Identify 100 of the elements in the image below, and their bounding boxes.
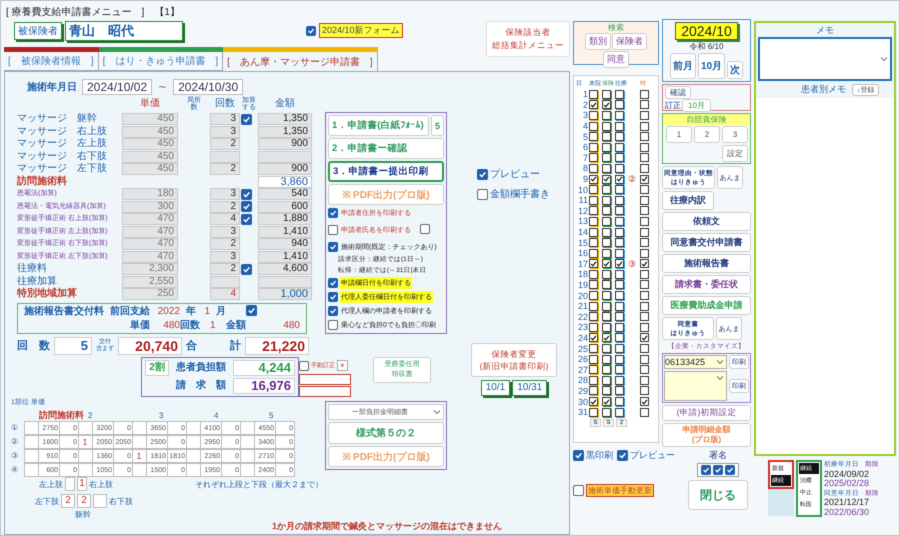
day-checkbox[interactable] bbox=[602, 206, 611, 216]
day-checkbox[interactable] bbox=[640, 164, 649, 173]
day-checkbox[interactable] bbox=[615, 322, 624, 332]
count-field[interactable]: 4 bbox=[210, 213, 240, 226]
day-checkbox[interactable] bbox=[602, 90, 611, 99]
day-checkbox[interactable] bbox=[589, 174, 598, 184]
unit-price-field[interactable]: 450 bbox=[122, 138, 178, 150]
day-checkbox[interactable] bbox=[602, 280, 611, 290]
day-checkbox[interactable] bbox=[640, 322, 649, 332]
day-checkbox[interactable] bbox=[589, 312, 598, 322]
checkbox[interactable] bbox=[725, 465, 735, 475]
body-part-field[interactable] bbox=[65, 477, 75, 491]
amount-field[interactable]: 940 bbox=[258, 238, 312, 250]
count-field[interactable] bbox=[210, 150, 240, 163]
date-tag[interactable]: 10/31 bbox=[512, 380, 548, 396]
day-checkbox[interactable] bbox=[602, 164, 611, 173]
day-checkbox[interactable] bbox=[589, 164, 598, 173]
day-checkbox[interactable] bbox=[602, 196, 611, 205]
print-button[interactable]: 3．申請書ー提出印刷 bbox=[328, 161, 444, 182]
insurer-change-button[interactable]: 保険者変更 (新旧申請書印刷) bbox=[471, 342, 557, 376]
search-button[interactable]: 保険者 bbox=[612, 33, 647, 50]
body-part-field[interactable]: 2 bbox=[77, 494, 91, 508]
day-checkbox[interactable] bbox=[615, 397, 624, 406]
day-checkbox[interactable] bbox=[615, 344, 624, 354]
day-checkbox[interactable] bbox=[602, 397, 611, 406]
day-checkbox[interactable] bbox=[589, 322, 598, 332]
day-checkbox[interactable] bbox=[602, 344, 611, 354]
day-checkbox[interactable] bbox=[589, 100, 598, 110]
amount-field[interactable]: 900 bbox=[258, 163, 312, 176]
day-checkbox[interactable] bbox=[589, 270, 598, 279]
body-part-field[interactable] bbox=[93, 494, 107, 508]
add-checkbox[interactable] bbox=[241, 114, 252, 125]
day-checkbox[interactable] bbox=[615, 174, 624, 184]
day-checkbox[interactable] bbox=[602, 408, 611, 417]
tab[interactable]: [ あん摩・マッサージ申請書 ] bbox=[223, 52, 378, 71]
amount-field[interactable]: 1,000 bbox=[258, 288, 312, 300]
claim-field[interactable]: 16,976 bbox=[233, 378, 295, 394]
add-checkbox[interactable] bbox=[241, 188, 252, 200]
initial-settings-button[interactable]: (申請)初期設定 bbox=[662, 405, 751, 421]
day-checkbox[interactable] bbox=[640, 365, 649, 374]
count-field[interactable]: 4 bbox=[210, 288, 240, 300]
day-checkbox[interactable] bbox=[615, 216, 624, 226]
day-checkbox[interactable] bbox=[615, 408, 624, 417]
day-checkbox[interactable] bbox=[602, 376, 611, 385]
day-checkbox[interactable] bbox=[615, 206, 624, 216]
day-checkbox[interactable] bbox=[615, 291, 624, 300]
day-checkbox[interactable] bbox=[640, 354, 649, 364]
custom-select[interactable]: 06133425 bbox=[664, 355, 727, 369]
memo-select[interactable] bbox=[758, 37, 892, 81]
day-checkbox[interactable] bbox=[589, 122, 598, 131]
document-button[interactable]: 往療内訳 bbox=[662, 191, 714, 210]
count-field[interactable]: 2 bbox=[210, 200, 240, 213]
day-checkbox[interactable] bbox=[640, 238, 649, 248]
day-checkbox[interactable] bbox=[589, 248, 598, 258]
day-checkbox[interactable] bbox=[640, 397, 649, 406]
amount-field[interactable]: 3,860 bbox=[258, 176, 312, 188]
day-checkbox[interactable] bbox=[615, 248, 624, 258]
day-checkbox[interactable] bbox=[615, 122, 624, 131]
document-button[interactable]: 依頼文 bbox=[662, 212, 751, 231]
day-checkbox[interactable] bbox=[615, 153, 624, 162]
count-cell[interactable] bbox=[240, 420, 255, 434]
document-button[interactable]: 同意書交付申請書 bbox=[662, 233, 751, 252]
checkbox[interactable] bbox=[328, 208, 338, 218]
day-checkbox[interactable] bbox=[602, 132, 611, 142]
day-checkbox[interactable] bbox=[589, 259, 598, 268]
day-checkbox[interactable] bbox=[602, 185, 611, 194]
day-checkbox[interactable] bbox=[602, 365, 611, 374]
tab[interactable]: [ 被保険者情報 ] bbox=[4, 52, 99, 71]
day-checkbox[interactable] bbox=[589, 110, 598, 120]
count-field[interactable] bbox=[210, 276, 240, 288]
manual-field[interactable] bbox=[299, 374, 351, 384]
checkbox[interactable] bbox=[246, 304, 257, 316]
confirm-button[interactable]: 確認 bbox=[665, 86, 691, 99]
document-button[interactable]: 施術報告書 bbox=[662, 254, 751, 273]
day-checkbox[interactable] bbox=[589, 90, 598, 99]
day-checkbox[interactable] bbox=[640, 122, 649, 131]
day-checkbox[interactable] bbox=[640, 408, 649, 417]
amount-field[interactable]: 540 bbox=[258, 188, 312, 200]
day-checkbox[interactable] bbox=[589, 408, 598, 417]
day-checkbox[interactable] bbox=[589, 185, 598, 194]
day-checkbox[interactable] bbox=[602, 100, 611, 110]
day-checkbox[interactable] bbox=[589, 228, 598, 237]
day-checkbox[interactable] bbox=[640, 206, 649, 216]
manual-field[interactable] bbox=[299, 386, 351, 396]
day-checkbox[interactable] bbox=[589, 386, 598, 396]
current-month-button[interactable]: 10月 bbox=[698, 53, 726, 79]
date-field[interactable]: 2024/10/30 bbox=[173, 78, 244, 94]
document-button[interactable]: 請求書・委任状 bbox=[662, 275, 751, 294]
number-button[interactable]: 1 bbox=[666, 126, 692, 143]
checkbox[interactable] bbox=[477, 188, 488, 200]
day-checkbox[interactable] bbox=[589, 206, 598, 216]
unit-price-field[interactable]: 450 bbox=[122, 150, 178, 163]
day-checkbox[interactable] bbox=[602, 174, 611, 184]
day-checkbox[interactable] bbox=[615, 228, 624, 237]
unit-price-field[interactable]: 2,550 bbox=[122, 276, 178, 288]
settings-button[interactable]: 設定 bbox=[722, 145, 748, 162]
count-cell[interactable] bbox=[78, 420, 93, 434]
total-count-field[interactable]: 5 bbox=[54, 337, 92, 355]
day-checkbox[interactable] bbox=[602, 322, 611, 332]
day-checkbox[interactable] bbox=[602, 291, 611, 300]
